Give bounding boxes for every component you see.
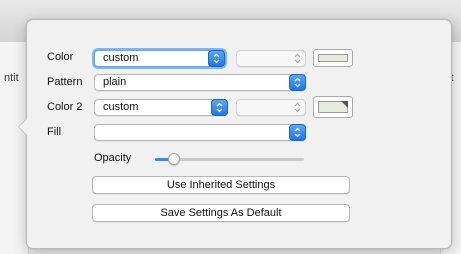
color2-select-value: custom <box>103 101 139 113</box>
color-secondary-chevron-icon <box>289 50 306 67</box>
background-text-left: ntit <box>4 72 19 84</box>
popover-arrow <box>18 118 27 136</box>
color2-swatch-corner-icon <box>341 101 348 108</box>
color-secondary-select[interactable] <box>236 50 306 67</box>
fill-label: Fill <box>47 126 62 138</box>
style-popover: Color custom Pattern plain Color 2 custo… <box>18 19 452 249</box>
color2-secondary-chevron-icon <box>289 99 306 116</box>
color2-select-chevron-icon <box>211 99 228 116</box>
color2-select[interactable]: custom <box>94 99 228 116</box>
color2-label: Color 2 <box>47 101 83 113</box>
fill-select[interactable] <box>94 124 306 141</box>
color2-swatch[interactable] <box>313 96 353 118</box>
color-select-value: custom <box>103 52 139 64</box>
pattern-select-value: plain <box>103 76 127 88</box>
color-swatch[interactable] <box>313 49 353 67</box>
opacity-slider-knob[interactable] <box>168 153 181 165</box>
opacity-label: Opacity <box>94 152 132 164</box>
color-swatch-fill <box>318 54 348 62</box>
color-select-chevron-icon <box>208 50 225 67</box>
pattern-label: Pattern <box>47 76 83 88</box>
color-select[interactable]: custom <box>94 50 225 67</box>
fill-select-chevron-icon <box>289 124 306 141</box>
save-settings-as-default-button[interactable]: Save Settings As Default <box>92 204 350 222</box>
color-label: Color <box>47 51 74 63</box>
use-inherited-settings-button[interactable]: Use Inherited Settings <box>92 176 350 194</box>
pattern-select-chevron-icon <box>289 74 306 91</box>
pattern-select[interactable]: plain <box>94 74 306 91</box>
color2-secondary-select[interactable] <box>236 99 306 116</box>
